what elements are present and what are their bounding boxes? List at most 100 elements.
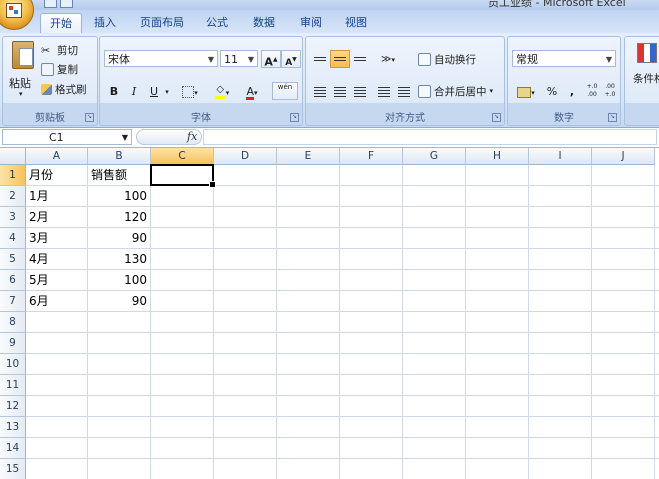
conditional-format-button[interactable]: 条件格 <box>633 43 659 101</box>
italic-button[interactable]: I <box>124 82 144 100</box>
tab-insert[interactable]: 插入 <box>86 13 124 33</box>
select-all-corner[interactable] <box>0 148 26 165</box>
row-header-1[interactable]: 1 <box>0 165 26 186</box>
column-header-f[interactable]: F <box>340 148 403 165</box>
align-center-button[interactable] <box>330 82 350 100</box>
align-middle-button[interactable] <box>330 50 350 68</box>
row-header-11[interactable]: 11 <box>0 375 26 396</box>
row-header-7[interactable]: 7 <box>0 291 26 312</box>
fill-color-button[interactable]: ◇ ▾ <box>208 82 236 100</box>
row-header-13[interactable]: 13 <box>0 417 26 438</box>
underline-dropdown-icon[interactable]: ▾ <box>162 82 172 100</box>
column-header-b[interactable]: B <box>88 148 151 165</box>
row-header-6[interactable]: 6 <box>0 270 26 291</box>
column-header-i[interactable]: I <box>529 148 592 165</box>
align-left-button[interactable] <box>310 82 330 100</box>
paste-button[interactable]: 粘贴 ▾ <box>7 41 37 101</box>
clipboard-launcher-icon[interactable]: ↘ <box>85 113 94 122</box>
cell-b3[interactable]: 120 <box>88 207 150 227</box>
tab-view[interactable]: 视图 <box>337 13 375 33</box>
column-header-e[interactable]: E <box>277 148 340 165</box>
row-header-8[interactable]: 8 <box>0 312 26 333</box>
undo-icon[interactable] <box>60 0 73 8</box>
phonetic-button[interactable]: wén <box>272 82 298 100</box>
orientation-icon: ≫ <box>381 54 392 65</box>
format-painter-button[interactable]: 格式刷 <box>41 80 87 98</box>
tab-formulas[interactable]: 公式 <box>198 13 236 33</box>
align-bottom-button[interactable] <box>350 50 370 68</box>
tab-page-layout[interactable]: 页面布局 <box>132 13 192 33</box>
cell-b4[interactable]: 90 <box>88 228 150 248</box>
row-header-14[interactable]: 14 <box>0 438 26 459</box>
number-format-select[interactable]: 常规 ▼ <box>512 50 616 67</box>
number-launcher-icon[interactable]: ↘ <box>608 113 617 122</box>
grid-line <box>654 165 655 479</box>
increase-decimal-button[interactable]: +.0 .00 <box>582 82 602 100</box>
borders-button[interactable]: ▾ <box>176 82 204 100</box>
bold-button[interactable]: B <box>104 82 124 100</box>
active-cell-indicator[interactable] <box>150 164 216 188</box>
font-launcher-icon[interactable]: ↘ <box>290 113 299 122</box>
chevron-down-icon: ▾ <box>489 87 494 95</box>
row-header-3[interactable]: 3 <box>0 207 26 228</box>
font-color-button[interactable]: A▾ <box>238 82 266 100</box>
save-icon[interactable] <box>44 0 57 8</box>
cell-a1[interactable]: 月份 <box>26 165 87 185</box>
grow-font-button[interactable]: A▲ <box>261 50 281 69</box>
align-right-button[interactable] <box>350 82 370 100</box>
increase-indent-button[interactable] <box>394 82 414 100</box>
align-top-button[interactable] <box>310 50 330 68</box>
font-size-select[interactable]: 11 ▼ <box>220 50 258 67</box>
font-name-select[interactable]: 宋体 ▼ <box>104 50 218 67</box>
grid-line <box>26 458 659 459</box>
row-header-5[interactable]: 5 <box>0 249 26 270</box>
formula-input[interactable] <box>203 129 657 145</box>
cell-a6[interactable]: 5月 <box>26 270 87 290</box>
column-header-g[interactable]: G <box>403 148 466 165</box>
merge-center-button[interactable]: 合并后居中 ▾ <box>418 82 493 100</box>
font-color-icon: A <box>246 85 254 100</box>
tab-home[interactable]: 开始 <box>40 13 82 34</box>
row-header-12[interactable]: 12 <box>0 396 26 417</box>
name-box[interactable]: C1 ▼ <box>2 129 132 145</box>
row-header-9[interactable]: 9 <box>0 333 26 354</box>
row-header-4[interactable]: 4 <box>0 228 26 249</box>
cell-a3[interactable]: 2月 <box>26 207 87 227</box>
cut-button[interactable]: ✂ 剪切 <box>41 41 78 59</box>
cell-a7[interactable]: 6月 <box>26 291 87 311</box>
cell-a5[interactable]: 4月 <box>26 249 87 269</box>
wrap-text-button[interactable]: 自动换行 <box>418 50 476 68</box>
align-bottom-icon <box>354 57 366 63</box>
cell-a2[interactable]: 1月 <box>26 186 87 206</box>
cell-b5[interactable]: 130 <box>88 249 150 269</box>
alignment-launcher-icon[interactable]: ↘ <box>492 113 501 122</box>
currency-button[interactable]: ▾ <box>512 82 540 100</box>
decrease-indent-button[interactable] <box>374 82 394 100</box>
column-header-d[interactable]: D <box>214 148 277 165</box>
column-header-a[interactable]: A <box>26 148 88 165</box>
decrease-decimal-button[interactable]: .00 +.0 <box>600 82 620 100</box>
tab-review[interactable]: 审阅 <box>292 13 330 33</box>
border-icon <box>182 86 195 98</box>
orientation-button[interactable]: ≫▾ <box>374 50 402 68</box>
cell-b7[interactable]: 90 <box>88 291 150 311</box>
column-header-c[interactable]: C <box>151 148 214 165</box>
cell-a4[interactable]: 3月 <box>26 228 87 248</box>
shrink-font-button[interactable]: A▼ <box>281 50 301 68</box>
grid-line <box>591 165 592 479</box>
cell-b6[interactable]: 100 <box>88 270 150 290</box>
column-header-j[interactable]: J <box>592 148 655 165</box>
column-header-h[interactable]: H <box>466 148 529 165</box>
decrease-indent-icon <box>378 87 390 97</box>
underline-button[interactable]: U <box>144 82 164 100</box>
row-header-2[interactable]: 2 <box>0 186 26 207</box>
cell-b2[interactable]: 100 <box>88 186 150 206</box>
percent-button[interactable]: % <box>542 82 562 100</box>
row-header-15[interactable]: 15 <box>0 459 26 479</box>
copy-button[interactable]: 复制 <box>41 60 78 78</box>
comma-button[interactable]: , <box>562 82 582 100</box>
cell-b1[interactable]: 销售额 <box>88 165 150 185</box>
row-header-10[interactable]: 10 <box>0 354 26 375</box>
tab-data[interactable]: 数据 <box>245 13 283 33</box>
insert-function-icon[interactable]: fx <box>187 130 197 143</box>
